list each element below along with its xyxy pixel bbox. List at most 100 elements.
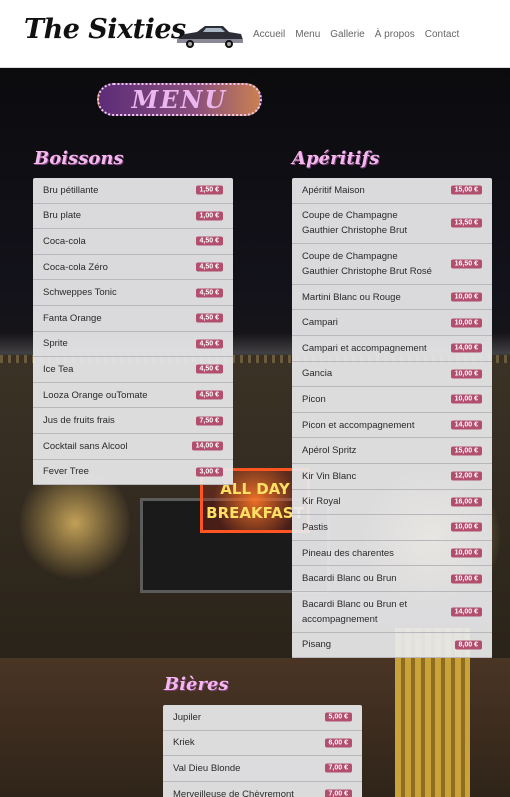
price-badge: 4,50 € [195,313,223,323]
menu-item: Coca-cola Zéro 4,50 € [33,255,233,281]
menu-item: Martini Blanc ou Rouge 10,00 € [292,285,492,311]
menu-item-name: Gancia [302,368,333,380]
menu-item-name: Fanta Orange [43,312,102,324]
menu-item: Coca-cola 4,50 € [33,229,233,255]
menu-item-name: Jus de fruits frais [43,415,115,427]
price-badge: 1,50 € [195,185,223,195]
price-badge: 7,50 € [195,416,223,426]
menu-item-name: Bru plate [43,210,82,222]
price-badge: 4,50 € [195,364,223,374]
price-badge: 15,00 € [450,446,482,456]
menu-item-name: Coca-cola [43,235,86,247]
menu-item-name: Pisang [302,639,332,651]
price-badge: 10,00 € [450,574,482,584]
car-icon [177,26,243,48]
price-badge: 16,50 € [450,259,482,269]
price-badge: 1,00 € [195,211,223,221]
menu-item: Jus de fruits frais 7,50 € [33,408,233,434]
price-badge: 5,00 € [324,712,352,722]
menu-item: Pisang 8,00 € [292,633,492,659]
menu-item-name: Coca-cola Zéro [43,261,108,273]
price-badge: 10,00 € [450,292,482,302]
price-badge: 15,00 € [450,185,482,195]
site-logo[interactable]: The Sixties [24,14,186,45]
menu-item: Val Dieu Blonde 7,00 € [163,756,362,782]
price-badge: 6,00 € [324,738,352,748]
section-title-boissons: Boissons [34,148,124,169]
menu-item-name: Campari [302,317,338,329]
price-badge: 4,50 € [195,339,223,349]
price-badge: 14,00 € [450,420,482,430]
price-badge: 10,00 € [450,522,482,532]
price-badge: 7,00 € [324,763,352,773]
menu-item: Fever Tree 3,00 € [33,460,233,486]
menu-item: Kriek 6,00 € [163,731,362,757]
price-badge: 13,50 € [450,218,482,228]
menu-banner: MENU [97,83,262,116]
section-title-aperitifs: Apéritifs [292,148,380,169]
menu-item-name: Ice Tea [43,363,74,375]
menu-item: Picon et accompagnement 14,00 € [292,413,492,439]
menu-item: Coupe de Champagne Gauthier Christophe B… [292,244,492,285]
menu-item: Apérol Spritz 15,00 € [292,438,492,464]
menu-item-name: Bru pétillante [43,184,99,196]
price-badge: 14,00 € [450,343,482,353]
menu-item-name: Fever Tree [43,466,89,478]
menu-item-name: Sprite [43,338,68,350]
menu-item-name: Picon et accompagnement [302,419,415,431]
menu-item-name: Kir Vin Blanc [302,470,357,482]
menu-item: Bru pétillante 1,50 € [33,178,233,204]
menu-item-name: Jupiler [173,711,201,723]
menu-item: Gancia 10,00 € [292,362,492,388]
menu-item: Bacardi Blanc ou Brun et accompagnement 1… [292,592,492,633]
menu-item: Looza Orange ouTomate 4,50 € [33,383,233,409]
menu-item: Kir Royal 16,00 € [292,490,492,516]
price-badge: 4,50 € [195,390,223,400]
menu-item-name: Picon [302,393,326,405]
menu-item-name: Schweppes Tonic [43,287,117,299]
menu-item: Bacardi Blanc ou Brun 10,00 € [292,566,492,592]
menu-item-name: Pastis [302,521,328,533]
price-badge: 14,00 € [450,607,482,617]
price-badge: 4,50 € [195,288,223,298]
bieres-list: Jupiler 5,00 € Kriek 6,00 € Val Dieu Blonde 7… [163,705,362,797]
menu-item: Pastis 10,00 € [292,515,492,541]
menu-item-name: Martini Blanc ou Rouge [302,291,401,303]
nav-links: Accueil Menu Gallerie À propos Contact [253,29,459,40]
menu-item-name: Bacardi Blanc ou Brun [302,573,397,585]
price-badge: 4,50 € [195,262,223,272]
nav-link-contact[interactable]: Contact [425,29,459,40]
menu-item: Campari 10,00 € [292,310,492,336]
menu-item: Bru plate 1,00 € [33,204,233,230]
menu-item: Picon 10,00 € [292,387,492,413]
menu-item: Pineau des charentes 10,00 € [292,541,492,567]
price-badge: 10,00 € [450,548,482,558]
menu-item: Fanta Orange 4,50 € [33,306,233,332]
menu-item: Ice Tea 4,50 € [33,357,233,383]
menu-item: Coupe de Champagne Gauthier Christophe B… [292,204,492,245]
menu-item: Schweppes Tonic 4,50 € [33,280,233,306]
menu-item: Cocktail sans Alcool 14,00 € [33,434,233,460]
menu-item-name: Pineau des charentes [302,547,394,559]
price-badge: 10,00 € [450,369,482,379]
menu-item-name: Apéritif Maison [302,184,365,196]
menu-item: Sprite 4,50 € [33,332,233,358]
nav-link-accueil[interactable]: Accueil [253,29,285,40]
nav-link-menu[interactable]: Menu [295,29,320,40]
nav-link-gallerie[interactable]: Gallerie [330,29,364,40]
nav-link-a-propos[interactable]: À propos [375,29,415,40]
boissons-list: Bru pétillante 1,50 € Bru plate 1,00 € Coca-… [33,178,233,486]
aperitifs-list: Apéritif Maison 15,00 € Coupe de Champagne… [292,178,492,659]
menu-item-name: Kriek [173,737,195,749]
section-title-bieres: Bières [164,674,229,695]
price-badge: 4,50 € [195,236,223,246]
price-badge: 10,00 € [450,394,482,404]
price-badge: 12,00 € [450,471,482,481]
menu-item: Kir Vin Blanc 12,00 € [292,464,492,490]
price-badge: 8,00 € [454,640,482,650]
menu-item-name: Cocktail sans Alcool [43,440,128,452]
price-badge: 3,00 € [195,467,223,477]
menu-item-name: Apérol Spritz [302,445,357,457]
menu-item: Jupiler 5,00 € [163,705,362,731]
price-badge: 14,00 € [191,441,223,451]
